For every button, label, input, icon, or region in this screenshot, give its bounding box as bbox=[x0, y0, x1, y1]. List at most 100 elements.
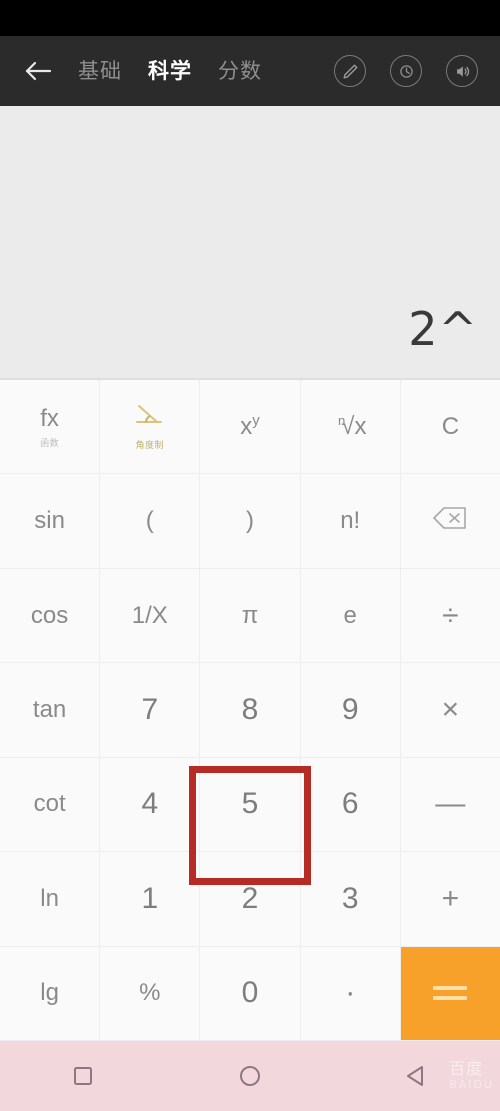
tab-scientific[interactable]: 科学 bbox=[148, 61, 192, 82]
key-label: C bbox=[441, 412, 460, 440]
app-header: 基础 科学 分数 bbox=[0, 36, 500, 106]
system-navigation-bar: 百度 BAIDU bbox=[0, 1041, 500, 1111]
key-7[interactable]: 7 bbox=[100, 663, 201, 757]
key-label: cos bbox=[30, 601, 69, 629]
key-percent[interactable]: % bbox=[100, 946, 201, 1040]
history-icon[interactable] bbox=[390, 55, 422, 87]
key-1[interactable]: 1 bbox=[100, 852, 201, 946]
key-label: e bbox=[343, 601, 357, 629]
triangle-back-icon bbox=[404, 1063, 430, 1089]
key-cos[interactable]: cos bbox=[0, 568, 101, 663]
key-minus[interactable]: — bbox=[400, 757, 500, 852]
key-label: % bbox=[139, 979, 161, 1007]
tab-basic[interactable]: 基础 bbox=[78, 61, 122, 82]
key-angle-mode[interactable]: 角度制 bbox=[100, 380, 201, 474]
key-label: ) bbox=[246, 507, 254, 535]
tab-fraction[interactable]: 分数 bbox=[218, 61, 262, 82]
key-label: 3 bbox=[341, 881, 359, 915]
key-label: ÷ bbox=[442, 598, 459, 632]
calculator-keypad: fx 函数 角度制 xy n√x C sin () n! cos 1/X π … bbox=[0, 380, 500, 1041]
key-label: lg bbox=[40, 979, 59, 1007]
key-label: ( bbox=[145, 507, 154, 535]
key-paren-close[interactable]: ) bbox=[200, 474, 301, 568]
nav-home-button[interactable] bbox=[215, 1056, 285, 1096]
circle-icon bbox=[237, 1063, 263, 1089]
key-6[interactable]: 6 bbox=[300, 757, 401, 852]
keypad-row: tan 7 8 9 × bbox=[0, 663, 500, 758]
key-label: ln bbox=[40, 884, 59, 912]
key-label: 1 bbox=[141, 881, 159, 915]
key-lg[interactable]: lg bbox=[0, 946, 101, 1040]
key-sin[interactable]: sin bbox=[0, 474, 101, 568]
key-label: xy bbox=[240, 412, 260, 440]
key-equals[interactable] bbox=[400, 946, 500, 1040]
key-label: · bbox=[345, 976, 356, 1010]
nav-back-button[interactable] bbox=[382, 1056, 452, 1096]
key-backspace[interactable] bbox=[400, 474, 500, 568]
key-power[interactable]: xy bbox=[200, 380, 301, 474]
key-label: 7 bbox=[141, 692, 159, 726]
key-3[interactable]: 3 bbox=[300, 852, 401, 946]
key-factorial[interactable]: n! bbox=[300, 474, 401, 568]
key-divide[interactable]: ÷ bbox=[400, 568, 500, 663]
status-bar bbox=[0, 0, 500, 36]
nav-recents-button[interactable] bbox=[48, 1056, 118, 1096]
key-9[interactable]: 9 bbox=[300, 663, 401, 757]
key-label: 1/X bbox=[131, 601, 168, 629]
key-label: — bbox=[435, 787, 466, 821]
key-label: 8 bbox=[241, 692, 259, 726]
watermark: 百度 BAIDU bbox=[449, 1055, 494, 1091]
key-clear[interactable]: C bbox=[400, 380, 500, 474]
square-icon bbox=[71, 1064, 95, 1088]
header-icon-group bbox=[334, 55, 478, 87]
mode-tabs: 基础 科学 分数 bbox=[78, 61, 262, 82]
key-label: tan bbox=[32, 695, 67, 723]
key-label: × bbox=[441, 692, 460, 726]
key-0[interactable]: 0 bbox=[200, 946, 301, 1040]
display-expression: 2^ bbox=[408, 302, 478, 356]
key-label: π bbox=[241, 601, 259, 629]
key-label: 9 bbox=[341, 692, 359, 726]
key-plus[interactable]: + bbox=[400, 852, 500, 946]
key-ln[interactable]: ln bbox=[0, 852, 101, 946]
keypad-row: ln 1 2 3 + bbox=[0, 852, 500, 947]
key-5[interactable]: 5 bbox=[200, 757, 301, 852]
watermark-subtext: BAIDU bbox=[449, 1078, 494, 1091]
key-label: 0 bbox=[241, 976, 259, 1010]
key-4[interactable]: 4 bbox=[100, 757, 201, 852]
key-label: 4 bbox=[141, 787, 159, 821]
key-label: 2 bbox=[241, 881, 259, 915]
key-label: + bbox=[441, 881, 460, 915]
equals-icon bbox=[433, 985, 468, 1001]
key-label: 5 bbox=[241, 787, 259, 821]
key-cot[interactable]: cot bbox=[0, 757, 101, 852]
keypad-row: cos 1/X π e ÷ bbox=[0, 568, 500, 664]
pencil-edit-icon[interactable] bbox=[334, 55, 366, 87]
key-2[interactable]: 2 bbox=[200, 852, 301, 946]
calculator-display[interactable]: 2^ bbox=[0, 106, 500, 380]
watermark-text: 百度 bbox=[449, 1059, 484, 1078]
key-label: sin bbox=[34, 507, 65, 535]
back-arrow-icon[interactable] bbox=[18, 51, 58, 91]
key-8[interactable]: 8 bbox=[200, 663, 301, 757]
keypad-row: cot 4 5 6 — bbox=[0, 757, 500, 853]
keypad-row: fx 函数 角度制 xy n√x C bbox=[0, 380, 500, 475]
angle-degree-icon bbox=[133, 402, 167, 435]
key-pi[interactable]: π bbox=[200, 568, 301, 663]
backspace-icon bbox=[432, 505, 468, 538]
key-decimal[interactable]: · bbox=[300, 946, 401, 1040]
key-multiply[interactable]: × bbox=[400, 663, 500, 757]
key-label: cot bbox=[33, 790, 66, 818]
key-reciprocal[interactable]: 1/X bbox=[100, 568, 201, 663]
key-paren-open[interactable]: ( bbox=[100, 474, 201, 568]
sound-speaker-icon[interactable] bbox=[446, 55, 478, 87]
key-tan[interactable]: tan bbox=[0, 663, 101, 757]
key-label: n! bbox=[340, 507, 361, 535]
key-e[interactable]: e bbox=[300, 568, 401, 663]
key-fx[interactable]: fx 函数 bbox=[0, 380, 101, 474]
key-label: 6 bbox=[341, 787, 359, 821]
key-label: n√x bbox=[337, 412, 367, 440]
key-nth-root[interactable]: n√x bbox=[300, 380, 401, 474]
calculator-app-screen: 基础 科学 分数 2^ fx 函数 角度制 xy n√x C sin () n… bbox=[0, 0, 500, 1111]
key-sublabel: 角度制 bbox=[135, 440, 165, 451]
